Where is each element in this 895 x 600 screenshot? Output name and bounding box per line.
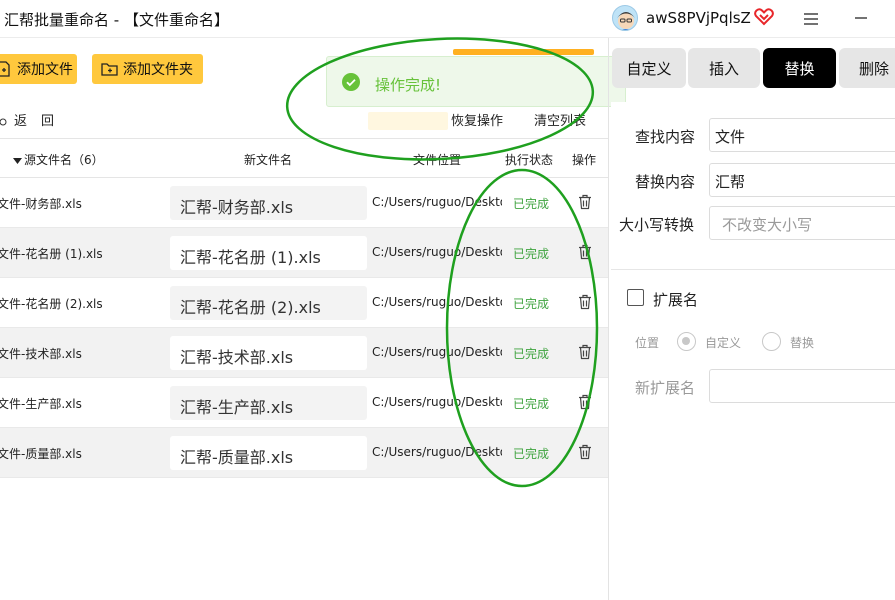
file-location: C:/Users/ruguo/Desktop — [372, 195, 502, 209]
file-location: C:/Users/ruguo/Desktop — [372, 395, 502, 409]
table-row[interactable]: 文件-花名册 (2).xls 汇帮-花名册 (2).xls C:/Users/r… — [0, 278, 608, 328]
source-filename: 文件-技术部.xls — [0, 347, 82, 361]
new-filename-field[interactable]: 汇帮-质量部.xls — [170, 436, 367, 470]
position-custom-radio[interactable] — [677, 332, 696, 351]
replace-label: 替换内容 — [635, 173, 696, 191]
table-row[interactable]: 文件-技术部.xls 汇帮-技术部.xls C:/Users/ruguo/Des… — [0, 328, 608, 378]
tab-delete[interactable]: 删除 — [839, 48, 895, 88]
extension-label: 扩展名 — [653, 291, 699, 309]
file-location: C:/Users/ruguo/Desktop — [372, 445, 502, 459]
success-toast: 操作完成! — [326, 56, 626, 107]
back-action[interactable]: 返回 — [0, 110, 68, 129]
status-text: 已完成 — [513, 247, 550, 261]
section-divider — [611, 269, 895, 270]
restore-button[interactable]: 恢复操作 — [451, 110, 503, 129]
location-column-header: 文件位置 — [413, 153, 462, 167]
back-char-2: 回 — [41, 114, 55, 129]
user-avatar[interactable] — [612, 5, 638, 31]
status-text: 已完成 — [513, 347, 550, 361]
position-custom-label: 自定义 — [705, 336, 742, 350]
case-select[interactable]: 不改变大小写 — [709, 206, 895, 240]
trash-icon[interactable] — [578, 344, 592, 364]
new-filename-field[interactable]: 汇帮-财务部.xls — [170, 186, 367, 220]
status-text: 已完成 — [513, 397, 550, 411]
replace-input[interactable]: 汇帮 — [709, 163, 895, 197]
file-location: C:/Users/ruguo/Desktop — [372, 345, 502, 359]
extension-checkbox[interactable] — [627, 289, 644, 306]
tab-custom[interactable]: 自定义 — [612, 48, 686, 88]
add-folder-button[interactable]: 添加文件夹 — [92, 54, 203, 84]
new-filename-field[interactable]: 汇帮-生产部.xls — [170, 386, 367, 420]
add-folder-label: 添加文件夹 — [123, 62, 193, 78]
new-filename-field[interactable]: 汇帮-花名册 (1).xls — [170, 236, 367, 270]
panel-divider[interactable] — [608, 38, 609, 600]
add-files-button[interactable]: 添加文件 — [0, 54, 77, 84]
toast-message: 操作完成! — [375, 76, 442, 94]
back-char-1: 返 — [14, 114, 28, 129]
back-circle-icon — [0, 118, 7, 125]
tab-insert[interactable]: 插入 — [688, 48, 760, 88]
add-file-icon — [0, 61, 10, 77]
table-row[interactable]: 文件-花名册 (1).xls 汇帮-花名册 (1).xls C:/Users/r… — [0, 228, 608, 278]
minimize-icon[interactable] — [853, 10, 869, 30]
case-label: 大小写转换 — [619, 216, 695, 234]
trash-icon[interactable] — [578, 394, 592, 414]
table-row[interactable]: 文件-生产部.xls 汇帮-生产部.xls C:/Users/ruguo/Des… — [0, 378, 608, 428]
operation-column-header: 操作 — [572, 153, 597, 167]
add-files-label: 添加文件 — [17, 62, 73, 78]
find-label: 查找内容 — [635, 128, 696, 146]
table-row[interactable]: 文件-财务部.xls 汇帮-财务部.xls C:/Users/ruguo/Des… — [0, 178, 608, 228]
file-location: C:/Users/ruguo/Desktop — [372, 295, 502, 309]
trash-icon[interactable] — [578, 294, 592, 314]
add-folder-icon — [101, 63, 118, 76]
file-table-header: 源文件名（6） 新文件名 文件位置 执行状态 操作 — [0, 138, 608, 178]
status-column-header: 执行状态 — [505, 153, 554, 167]
source-column-header[interactable]: 源文件名（6） — [13, 151, 104, 168]
status-text: 已完成 — [513, 447, 550, 461]
status-text: 已完成 — [513, 197, 550, 211]
check-circle-icon — [342, 73, 360, 91]
sort-down-icon — [13, 157, 22, 164]
source-filename: 文件-生产部.xls — [0, 397, 82, 411]
hidden-label-behind-toast — [368, 112, 448, 130]
clear-list-button[interactable]: 清空列表 — [534, 110, 586, 129]
find-input[interactable]: 文件 — [709, 118, 895, 152]
trash-icon[interactable] — [578, 444, 592, 464]
start-button-edge[interactable] — [453, 49, 594, 55]
new-name-column-header: 新文件名 — [244, 153, 293, 167]
new-extension-label: 新扩展名 — [635, 379, 696, 397]
new-extension-input[interactable] — [709, 369, 895, 403]
trash-icon[interactable] — [578, 194, 592, 214]
source-filename: 文件-财务部.xls — [0, 197, 82, 211]
vip-heart-icon[interactable] — [754, 8, 774, 30]
source-filename: 文件-质量部.xls — [0, 447, 82, 461]
status-text: 已完成 — [513, 297, 550, 311]
table-row[interactable]: 文件-质量部.xls 汇帮-质量部.xls C:/Users/ruguo/Des… — [0, 428, 608, 478]
source-filename: 文件-花名册 (2).xls — [0, 297, 103, 311]
source-filename: 文件-花名册 (1).xls — [0, 247, 103, 261]
file-location: C:/Users/ruguo/Desktop — [372, 245, 502, 259]
trash-icon[interactable] — [578, 244, 592, 264]
source-header-label: 源文件名（6） — [24, 153, 104, 167]
username[interactable]: awS8PVjPqlsZ — [646, 9, 751, 27]
position-replace-label: 替换 — [790, 336, 815, 350]
tab-replace[interactable]: 替换 — [763, 48, 836, 88]
position-replace-radio[interactable] — [762, 332, 781, 351]
new-filename-field[interactable]: 汇帮-花名册 (2).xls — [170, 286, 367, 320]
title-bar: 汇帮批量重命名 - 【文件重命名】 awS8PVjPqlsZ — [0, 0, 895, 38]
position-label: 位置 — [635, 336, 660, 350]
menu-icon[interactable] — [803, 11, 819, 30]
new-filename-field[interactable]: 汇帮-技术部.xls — [170, 336, 367, 370]
window-title: 汇帮批量重命名 - 【文件重命名】 — [4, 11, 229, 29]
